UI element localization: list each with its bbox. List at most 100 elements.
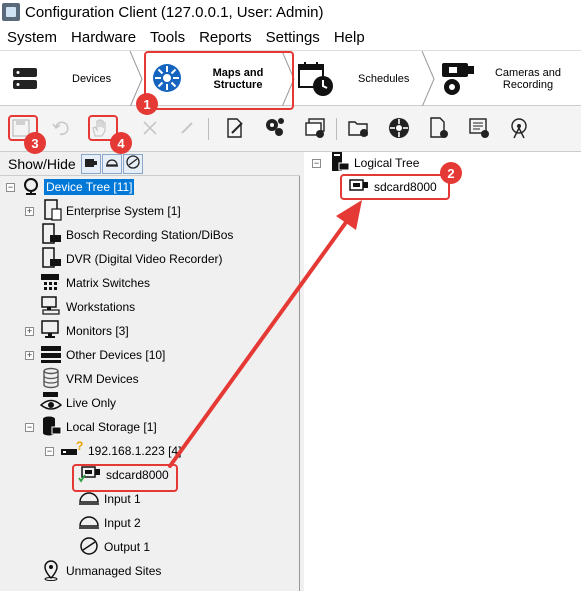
menu-tools[interactable]: Tools	[150, 29, 185, 46]
vrm-database-icon	[40, 367, 62, 392]
tree-expander[interactable]: −	[6, 183, 15, 192]
folder-plus-icon	[348, 118, 370, 141]
tree-label: Input 2	[104, 516, 141, 530]
tree-label: Monitors [3]	[66, 324, 129, 338]
tree-node-enterprise[interactable]: Enterprise System [1]	[42, 198, 181, 224]
nav-separator	[420, 50, 436, 108]
tree-label: Workstations	[66, 300, 136, 314]
menu-bar: System Hardware Tools Reports Settings H…	[0, 24, 581, 50]
tree-node-logical-tree[interactable]: Logical Tree	[330, 151, 420, 176]
antenna-icon	[508, 117, 530, 142]
title-bar: Configuration Client (127.0.0.1, User: A…	[0, 0, 581, 24]
menu-hardware[interactable]: Hardware	[71, 29, 136, 46]
tree-label: Output 1	[104, 540, 151, 554]
input-icon	[78, 513, 100, 534]
matrix-switch-icon	[40, 272, 62, 295]
add-view-button[interactable]	[302, 116, 328, 142]
filter-inputs-button[interactable]	[101, 153, 122, 174]
svg-text:?: ?	[76, 440, 83, 453]
add-map-button[interactable]	[386, 116, 412, 142]
tree-label: Device Tree [11]	[44, 179, 135, 195]
window-title: Configuration Client (127.0.0.1, User: A…	[25, 3, 324, 21]
nav-cameras-label: Cameras and Recording	[488, 67, 568, 91]
add-link-button[interactable]	[506, 116, 532, 142]
tree-node-workstations[interactable]: Workstations	[40, 295, 136, 318]
tree-node-vrm-devices[interactable]: VRM Devices	[40, 367, 139, 392]
tree-label: Bosch Recording Station/DiBos	[66, 228, 234, 242]
annotation-badge-2: 2	[440, 162, 462, 184]
logical-tree-icon	[330, 151, 350, 176]
nav-cameras-label-line1: Cameras and	[494, 67, 562, 79]
input-icon	[105, 156, 119, 171]
document-plus-icon	[429, 116, 449, 142]
document-edit-icon	[225, 117, 245, 141]
menu-system[interactable]: System	[7, 29, 57, 46]
tree-label: Enterprise System [1]	[66, 204, 181, 218]
annotation-badge-3: 3	[24, 132, 46, 154]
close-icon	[142, 120, 158, 139]
tree-label: Logical Tree	[354, 156, 420, 170]
menu-settings[interactable]: Settings	[266, 29, 320, 46]
other-devices-icon	[40, 344, 62, 367]
edit-document-button[interactable]	[222, 116, 248, 142]
add-document-button[interactable]	[426, 116, 452, 142]
map-plus-icon	[388, 117, 410, 142]
eye-server-icon	[39, 391, 63, 416]
tree-node-input-2[interactable]: Input 2	[78, 512, 141, 534]
nav-devices-label: Devices	[72, 73, 112, 85]
tree-node-unmanaged-sites[interactable]: Unmanaged Sites	[40, 559, 162, 584]
edit-button[interactable]	[174, 116, 200, 142]
tree-node-monitors[interactable]: Monitors [3]	[40, 319, 129, 342]
tree-node-local-storage[interactable]: Local Storage [1]	[40, 416, 157, 438]
calendar-clock-icon	[298, 61, 334, 100]
tree-node-output-1[interactable]: Output 1	[78, 536, 150, 558]
nav-tab-devices[interactable]: Devices	[0, 51, 140, 107]
undo-button[interactable]	[48, 116, 74, 142]
highlight-logical-sdcard	[340, 174, 450, 200]
enterprise-server-icon	[42, 198, 62, 224]
menu-help[interactable]: Help	[334, 29, 365, 46]
highlight-device-sdcard	[72, 464, 178, 492]
tree-node-other-devices[interactable]: Other Devices [10]	[40, 344, 165, 366]
tree-node-dvr[interactable]: DVR (Digital Video Recorder)	[40, 246, 223, 272]
nav-cameras-label-line2: Recording	[502, 79, 554, 91]
location-pin-icon	[40, 559, 62, 584]
tree-node-ip-device[interactable]: ? 192.168.1.223 [4]	[60, 439, 182, 462]
filter-outputs-button[interactable]	[122, 153, 143, 174]
add-list-button[interactable]	[466, 116, 492, 142]
tree-label: Input 1	[104, 492, 141, 506]
delete-button[interactable]	[137, 116, 163, 142]
tree-node-matrix-switches[interactable]: Matrix Switches	[40, 272, 150, 294]
tree-expander[interactable]: +	[25, 207, 34, 216]
annotation-badge-1: 1	[136, 93, 158, 115]
filter-cameras-button[interactable]	[80, 153, 101, 174]
gears-plus-icon	[264, 117, 286, 142]
annotation-badge-4: 4	[110, 132, 132, 154]
highlight-maps-tab	[144, 51, 294, 110]
device-tree: − Device Tree [11] + Enterprise System […	[0, 176, 300, 591]
windows-plus-icon	[304, 117, 326, 142]
menu-reports[interactable]: Reports	[199, 29, 252, 46]
camera-gear-icon	[440, 61, 478, 100]
tree-label: Unmanaged Sites	[66, 564, 162, 578]
tree-node-device-tree[interactable]: Device Tree [11]	[22, 176, 135, 198]
local-storage-icon	[40, 415, 62, 440]
tree-node-live-only[interactable]: Live Only	[39, 391, 117, 416]
tree-expander[interactable]: −	[25, 423, 34, 432]
tree-expander[interactable]: +	[25, 327, 34, 336]
tree-expander[interactable]: −	[312, 159, 321, 168]
dvr-icon	[40, 246, 62, 272]
nav-tab-schedules[interactable]: Schedules	[296, 51, 426, 107]
nav-tab-cameras-recording[interactable]: Cameras and Recording	[438, 51, 581, 107]
nav-schedules-label: Schedules	[358, 73, 410, 85]
tree-label: Live Only	[66, 396, 117, 410]
tree-label: Other Devices [10]	[66, 348, 166, 362]
add-settings-button[interactable]	[262, 116, 288, 142]
add-folder-button[interactable]	[346, 116, 372, 142]
tree-label: 192.168.1.223 [4]	[88, 444, 182, 458]
tree-expander[interactable]: +	[25, 351, 34, 360]
logical-tree-panel: − Logical Tree sdcard8000	[304, 151, 581, 591]
tree-expander[interactable]: −	[45, 447, 54, 456]
devices-icon	[12, 67, 38, 94]
tree-node-bosch-recording[interactable]: Bosch Recording Station/DiBos	[40, 222, 234, 246]
